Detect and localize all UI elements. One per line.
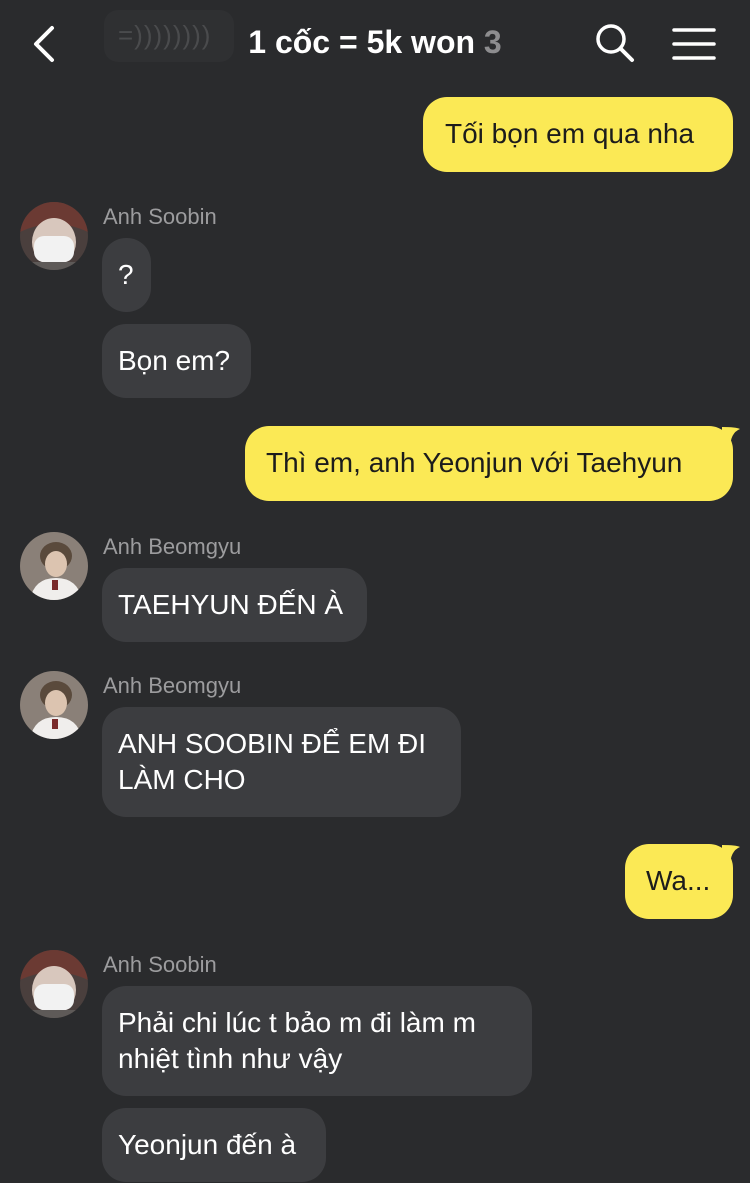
avatar-soobin	[20, 202, 88, 270]
incoming-message[interactable]: Bọn em?	[102, 324, 251, 398]
incoming-message[interactable]: TAEHYUN ĐẾN À	[102, 568, 367, 642]
previous-message-text: =))))))))	[118, 20, 212, 50]
message-text: Phải chi lúc t bảo m đi làm m nhiệt tình…	[118, 1007, 476, 1074]
incoming-message[interactable]: ?	[102, 238, 151, 312]
search-icon	[596, 24, 634, 62]
menu-button[interactable]	[672, 26, 716, 62]
chat-name: 1 cốc = 5k won	[248, 24, 476, 60]
sender-name: Anh Beomgyu	[103, 534, 242, 559]
incoming-message[interactable]: ANH SOOBIN ĐỂ EM ĐI LÀM CHO	[102, 707, 461, 817]
message-text: Thì em, anh Yeonjun với Taehyun	[266, 447, 683, 478]
chevron-left-icon	[34, 26, 54, 62]
avatar[interactable]	[20, 202, 88, 270]
search-button[interactable]	[594, 22, 636, 64]
incoming-message[interactable]: Phải chi lúc t bảo m đi làm m nhiệt tình…	[102, 986, 532, 1096]
avatar-soobin	[20, 950, 88, 1018]
outgoing-message[interactable]: Thì em, anh Yeonjun với Taehyun	[245, 426, 733, 501]
back-button[interactable]	[26, 22, 66, 66]
avatar[interactable]	[20, 950, 88, 1018]
message-text: Yeonjun đến à	[118, 1129, 297, 1160]
avatar[interactable]	[20, 671, 88, 739]
avatar[interactable]	[20, 532, 88, 600]
chat-header: =)))))))) 1 cốc = 5k won 3	[0, 0, 750, 88]
bubble-tail	[722, 427, 740, 449]
avatar-beomgyu	[20, 532, 88, 600]
avatar-beomgyu	[20, 671, 88, 739]
incoming-message[interactable]: Yeonjun đến à	[102, 1108, 326, 1182]
outgoing-message[interactable]: Wa...	[625, 844, 733, 919]
message-text: Tối bọn em qua nha	[445, 118, 695, 149]
sender-name: Anh Soobin	[103, 952, 217, 977]
chat-title: 1 cốc = 5k won 3	[200, 24, 550, 61]
bubble-tail	[722, 845, 740, 867]
menu-icon	[672, 28, 716, 60]
message-text: TAEHYUN ĐẾN À	[118, 589, 344, 620]
message-text: ?	[118, 259, 134, 290]
member-count: 3	[483, 24, 502, 60]
message-text: ANH SOOBIN ĐỂ EM ĐI LÀM CHO	[118, 728, 427, 795]
message-text: Bọn em?	[118, 345, 231, 376]
message-text: Wa...	[646, 865, 711, 896]
sender-name: Anh Soobin	[103, 204, 217, 229]
outgoing-message[interactable]: Tối bọn em qua nha	[423, 97, 733, 172]
sender-name: Anh Beomgyu	[103, 673, 242, 698]
